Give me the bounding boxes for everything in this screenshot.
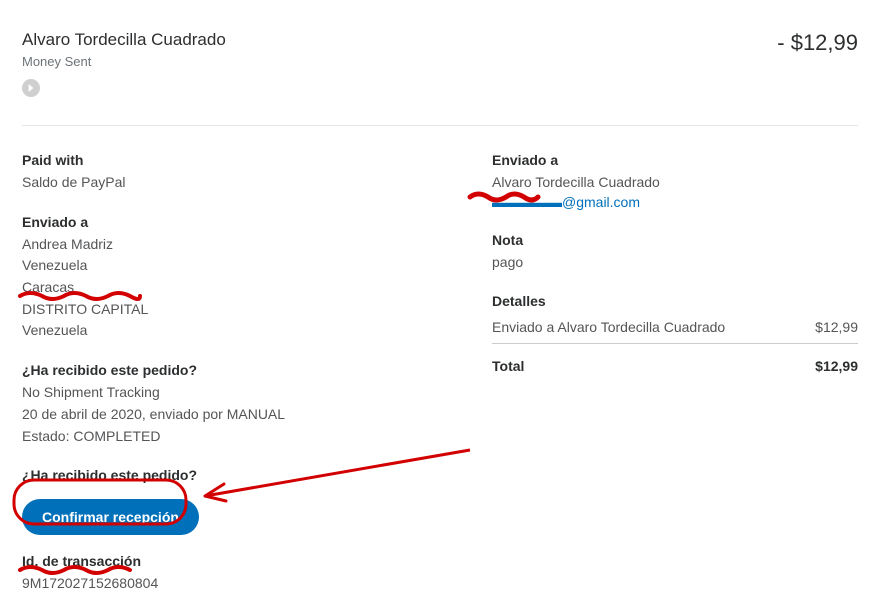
total-label: Total — [492, 358, 524, 374]
received-question-heading-2: ¿Ha recibido este pedido? — [22, 467, 452, 483]
right-column: Enviado a Alvaro Tordecilla Cuadrado ▬▬▬… — [492, 152, 858, 595]
note-heading: Nota — [492, 232, 858, 248]
transaction-id-value: 9M172027152680804 — [22, 573, 452, 595]
ship-name: Andrea Madriz — [22, 234, 452, 256]
ship-redacted-line: DISTRITO CAPITAL — [22, 299, 452, 321]
ship-country1: Venezuela — [22, 255, 452, 277]
details-row: Enviado a Alvaro Tordecilla Cuadrado $12… — [492, 313, 858, 344]
transaction-type: Money Sent — [22, 54, 226, 69]
tracking-line: No Shipment Tracking — [22, 382, 452, 404]
date-line: 20 de abril de 2020, enviado por MANUAL — [22, 404, 452, 426]
total-amount: $12,99 — [815, 358, 858, 374]
paid-with-block: Paid with Saldo de PayPal — [22, 152, 452, 194]
chevron-right-icon[interactable] — [22, 79, 40, 97]
paid-with-value: Saldo de PayPal — [22, 172, 452, 194]
transaction-id-heading: Id. de transacción — [22, 553, 452, 569]
email-redacted-prefix: ▬▬▬▬▬ — [492, 194, 562, 210]
ship-country2: Venezuela — [22, 320, 452, 342]
ship-city: Caracas — [22, 277, 452, 299]
ship-to-heading: Enviado a — [22, 214, 452, 230]
recipient-name: Alvaro Tordecilla Cuadrado — [22, 30, 226, 50]
transaction-id-block: Id. de transacción 9M172027152680804 — [22, 553, 452, 595]
ship-to-block: Enviado a Andrea Madriz Venezuela Caraca… — [22, 214, 452, 342]
left-column: Paid with Saldo de PayPal Enviado a Andr… — [22, 152, 452, 595]
header-left: Alvaro Tordecilla Cuadrado Money Sent — [22, 30, 226, 97]
transaction-header: Alvaro Tordecilla Cuadrado Money Sent - … — [22, 30, 858, 126]
sent-to-email[interactable]: ▬▬▬▬▬@gmail.com — [492, 194, 640, 210]
confirm-receipt-button[interactable]: Confirmar recepción — [22, 499, 199, 535]
details-description: Enviado a Alvaro Tordecilla Cuadrado — [492, 319, 725, 335]
received-question-heading: ¿Ha recibido este pedido? — [22, 362, 452, 378]
details-heading: Detalles — [492, 293, 858, 309]
email-suffix: @gmail.com — [562, 194, 640, 210]
details-amount: $12,99 — [815, 319, 858, 335]
transaction-amount: - $12,99 — [777, 30, 858, 56]
note-value: pago — [492, 252, 858, 274]
sent-to-block: Enviado a Alvaro Tordecilla Cuadrado ▬▬▬… — [492, 152, 858, 212]
details-columns: Paid with Saldo de PayPal Enviado a Andr… — [22, 126, 858, 595]
note-block: Nota pago — [492, 232, 858, 274]
shipment-status-block: ¿Ha recibido este pedido? No Shipment Tr… — [22, 362, 452, 447]
sent-to-name: Alvaro Tordecilla Cuadrado — [492, 172, 858, 194]
confirm-block: ¿Ha recibido este pedido? — [22, 467, 452, 483]
status-line: Estado: COMPLETED — [22, 426, 452, 448]
paid-with-heading: Paid with — [22, 152, 452, 168]
sent-to-heading: Enviado a — [492, 152, 858, 168]
total-row: Total $12,99 — [492, 344, 858, 374]
details-block: Detalles Enviado a Alvaro Tordecilla Cua… — [492, 293, 858, 374]
